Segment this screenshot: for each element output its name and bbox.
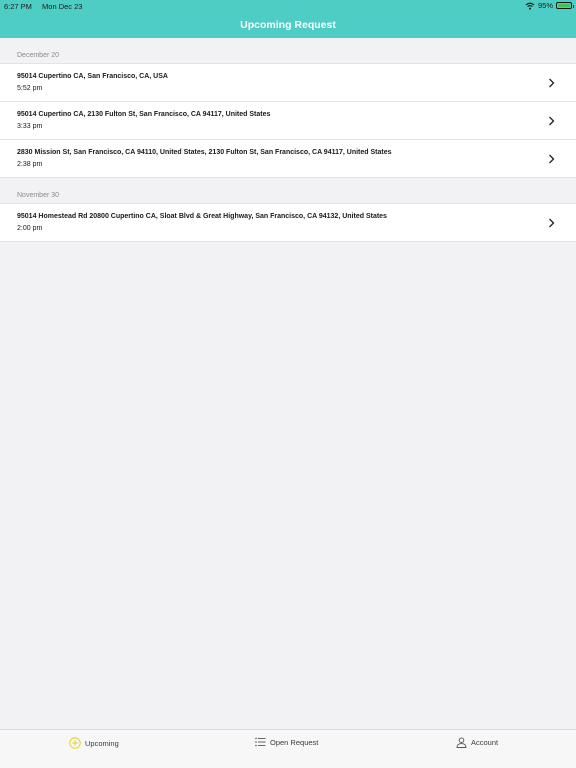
section-header: November 30 bbox=[0, 178, 576, 204]
list-item[interactable]: 95014 Homestead Rd 20800 Cupertino CA, S… bbox=[0, 204, 576, 242]
list-item[interactable]: 95014 Cupertino CA, San Francisco, CA, U… bbox=[0, 64, 576, 102]
request-address: 2830 Mission St, San Francisco, CA 94110… bbox=[17, 149, 392, 156]
request-address: 95014 Homestead Rd 20800 Cupertino CA, S… bbox=[17, 213, 387, 220]
status-date: Mon Dec 23 bbox=[42, 2, 83, 11]
chevron-right-icon bbox=[549, 218, 555, 228]
chevron-right-icon bbox=[549, 154, 555, 164]
list-item[interactable]: 95014 Cupertino CA, 2130 Fulton St, San … bbox=[0, 102, 576, 140]
section-header: December 20 bbox=[0, 38, 576, 64]
request-list: December 20 95014 Cupertino CA, San Fran… bbox=[0, 38, 576, 242]
battery-icon bbox=[556, 2, 574, 9]
request-address: 95014 Cupertino CA, 2130 Fulton St, San … bbox=[17, 111, 271, 118]
request-time: 5:52 pm bbox=[17, 85, 43, 92]
wifi-icon bbox=[525, 2, 535, 10]
page-title: Upcoming Request bbox=[240, 19, 336, 31]
request-time: 2:00 pm bbox=[17, 225, 43, 232]
battery-percent: 95% bbox=[537, 1, 553, 10]
list-item[interactable]: 2830 Mission St, San Francisco, CA 94110… bbox=[0, 140, 576, 178]
tab-account[interactable]: Account bbox=[456, 737, 498, 748]
tab-label: Upcoming bbox=[85, 738, 119, 748]
status-bar: 6:27 PM Mon Dec 23 95% bbox=[0, 0, 576, 12]
person-icon bbox=[456, 737, 467, 748]
tab-label: Account bbox=[471, 738, 499, 747]
tab-bar: Upcoming Open Request Account bbox=[0, 729, 576, 768]
status-time: 6:27 PM bbox=[4, 2, 32, 11]
tab-label: Open Request bbox=[270, 737, 319, 747]
list-icon bbox=[255, 737, 266, 747]
request-time: 3:33 pm bbox=[17, 123, 43, 130]
chevron-right-icon bbox=[549, 78, 555, 88]
request-address: 95014 Cupertino CA, San Francisco, CA, U… bbox=[17, 73, 168, 80]
tab-open-request[interactable]: Open Request bbox=[255, 737, 318, 747]
tab-upcoming[interactable]: Upcoming bbox=[69, 737, 119, 749]
request-time: 2:38 pm bbox=[17, 161, 43, 168]
chevron-right-icon bbox=[549, 116, 555, 126]
plus-circle-icon bbox=[69, 737, 81, 749]
